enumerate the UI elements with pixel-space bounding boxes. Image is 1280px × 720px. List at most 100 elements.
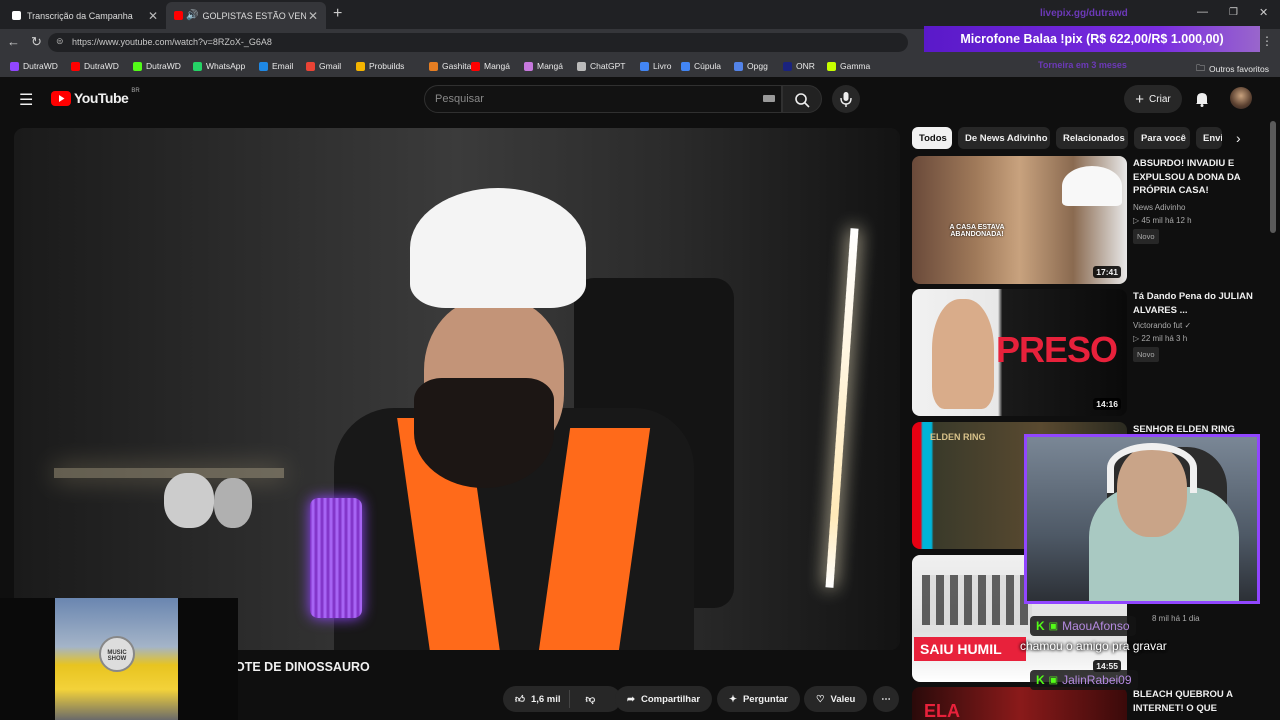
donation-goal-text: Microfone Balaa !pix (R$ 622,00/R$ 1.000…	[960, 32, 1224, 46]
url-field[interactable]: ⊜ https://www.youtube.com/watch?v=8RZoX-…	[48, 33, 908, 52]
back-icon[interactable]: ←	[7, 34, 20, 49]
share-button[interactable]: ➦ Compartilhar	[615, 686, 713, 712]
restore-icon[interactable]: ❐	[1229, 7, 1238, 18]
chevron-right-icon[interactable]: ›	[1236, 130, 1241, 146]
more-actions-button[interactable]: ⋯	[873, 686, 899, 712]
video-title[interactable]: ABSURDO! INVADIU E EXPULSOU A DONA DA PR…	[1133, 157, 1258, 198]
microphone-icon	[840, 92, 852, 107]
other-bookmarks[interactable]: 🗀 Outros favoritos	[1196, 61, 1269, 77]
video-title[interactable]: Tá Dando Pena do JULIAN ALVARES ...	[1133, 290, 1258, 317]
chip-2[interactable]: Relacionados	[1056, 127, 1128, 149]
dislike-button[interactable]: 👎︎	[576, 693, 606, 705]
bookmark-mang-[interactable]: Mangá	[471, 61, 510, 71]
video-thumbnail[interactable]: A CASA ESTAVA ABANDONADA! 17:41	[912, 156, 1127, 284]
bookmark-c-pula[interactable]: Cúpula	[681, 61, 721, 71]
recommendation-item[interactable]: A CASA ESTAVA ABANDONADA! 17:41 ABSURDO!…	[912, 156, 1268, 284]
chip-0[interactable]: Todos	[912, 127, 952, 149]
bookmark-livro[interactable]: Livro	[640, 61, 671, 71]
search-placeholder: Pesquisar	[435, 93, 484, 105]
site-info-icon[interactable]: ⊜	[56, 36, 64, 47]
bookmark-opgg[interactable]: Opgg	[734, 61, 768, 71]
person-beard	[414, 378, 554, 488]
overlay-faint-subtitle: Torneira em 3 meses	[1038, 60, 1127, 70]
folder-icon: 🗀	[1196, 63, 1206, 73]
chip-3[interactable]: Para você	[1134, 127, 1190, 149]
chip-1[interactable]: De News Adivinho	[958, 127, 1050, 149]
search-input[interactable]: Pesquisar	[424, 85, 782, 113]
bookmark-email[interactable]: Email	[259, 61, 293, 71]
thumbnail-caption: ELDEN RING	[930, 432, 986, 442]
minimize-icon[interactable]: —	[1197, 6, 1208, 18]
thumbnail-caption: SAIU HUMIL	[914, 637, 1026, 661]
channel-name[interactable]: News Adivinho	[1133, 201, 1185, 214]
document-icon	[12, 11, 21, 20]
thanks-label: Valeu	[830, 693, 856, 705]
kick-icon: K	[1036, 619, 1045, 633]
bookmark-favicon-icon	[71, 61, 80, 71]
window-close-icon[interactable]: ✕	[1259, 6, 1268, 19]
speaker-icon[interactable]: 🔊	[186, 10, 198, 21]
video-title[interactable]: BLEACH QUEBROU A INTERNET! O QUE	[1133, 688, 1253, 715]
thumbs-down-icon: 👎︎	[585, 694, 596, 705]
close-icon[interactable]: ✕	[308, 9, 318, 23]
voice-search-button[interactable]	[832, 85, 860, 113]
bookmark-label: Gamma	[840, 61, 871, 71]
bookmark-whatsapp[interactable]: WhatsApp	[193, 61, 245, 71]
recommendation-item[interactable]: ELA BLEACH QUEBROU A INTERNET! O QUE	[912, 687, 1268, 720]
bookmark-gashita[interactable]: Gashita	[429, 61, 471, 71]
video-thumbnail[interactable]: ELA	[912, 687, 1127, 720]
avatar[interactable]	[1230, 87, 1252, 109]
youtube-logo[interactable]: YouTube BR	[51, 88, 140, 106]
bookmark-onr[interactable]: ONR	[783, 61, 815, 71]
tab-transcricao[interactable]: Transcrição da Campanha ✕	[4, 2, 166, 29]
bookmark-favicon-icon	[827, 61, 836, 71]
chip-4[interactable]: Envi	[1196, 127, 1222, 149]
create-button[interactable]: + Criar	[1124, 85, 1182, 113]
streamer-webcam	[1024, 434, 1260, 604]
keyboard-icon[interactable]	[763, 95, 775, 102]
bookmark-chatgpt[interactable]: ChatGPT	[577, 61, 625, 71]
search-icon	[795, 93, 810, 108]
search-button[interactable]	[782, 85, 822, 113]
bookmark-favicon-icon	[783, 61, 792, 71]
ask-button[interactable]: ✦ Perguntar	[717, 686, 800, 712]
new-badge: Novo	[1133, 229, 1159, 244]
bookmark-dutrawd[interactable]: DutraWD	[71, 61, 119, 71]
scrollbar-thumb[interactable]	[1270, 121, 1276, 233]
bookmark-dutrawd[interactable]: DutraWD	[133, 61, 181, 71]
bookmark-dutrawd[interactable]: DutraWD	[10, 61, 58, 71]
video-thumbnail[interactable]: PRESO 14:16	[912, 289, 1127, 416]
bookmark-gmail[interactable]: Gmail	[306, 61, 341, 71]
bookmark-label: ONR	[796, 61, 815, 71]
recommendation-item[interactable]: PRESO 14:16 Tá Dando Pena do JULIAN ALVA…	[912, 289, 1268, 416]
bookmark-label: Probuilds	[369, 61, 405, 71]
notifications-icon[interactable]	[1195, 91, 1209, 112]
chat-username: MaouAfonso	[1062, 619, 1130, 633]
bookmark-probuilds[interactable]: Probuilds	[356, 61, 404, 71]
channel-name-row: Victorando fut ✓	[1133, 319, 1191, 332]
tab-youtube[interactable]: 🔊 GOLPISTAS ESTÃO VENDEND ✕	[166, 2, 326, 29]
like-count: 1,6 mil	[530, 693, 561, 705]
close-icon[interactable]: ✕	[148, 9, 158, 23]
bookmark-favicon-icon	[577, 61, 586, 71]
bookmark-mang-[interactable]: Mangá	[524, 61, 563, 71]
hamburger-menu-icon[interactable]: ☰	[19, 90, 33, 110]
verified-icon: ✓	[1184, 321, 1192, 330]
bookmark-label: DutraWD	[23, 61, 58, 71]
bookmark-favicon-icon	[259, 61, 268, 71]
sparkle-icon: ✦	[729, 693, 737, 705]
browser-menu-icon[interactable]: ⋮	[1261, 34, 1273, 48]
new-tab-icon[interactable]: +	[333, 5, 342, 23]
youtube-header: ☰ YouTube BR Pesquisar + Criar	[0, 77, 1280, 121]
video-stats-text: 22 mil há 3 h	[1141, 334, 1188, 343]
video-stats: ▷ 22 mil há 3 h	[1133, 332, 1187, 345]
bookmark-label: Opgg	[747, 61, 768, 71]
like-button[interactable]: 👍︎ 1,6 mil	[503, 690, 570, 708]
album-art: MUSIC SHOW	[55, 598, 178, 720]
reload-icon[interactable]: ↻	[31, 34, 42, 50]
channel-name[interactable]: Victorando fut	[1133, 321, 1182, 330]
thanks-button[interactable]: ♡ Valeu	[804, 686, 868, 712]
video-player[interactable]	[14, 128, 900, 650]
plus-icon: +	[1135, 90, 1145, 108]
bookmark-gamma[interactable]: Gamma	[827, 61, 870, 71]
